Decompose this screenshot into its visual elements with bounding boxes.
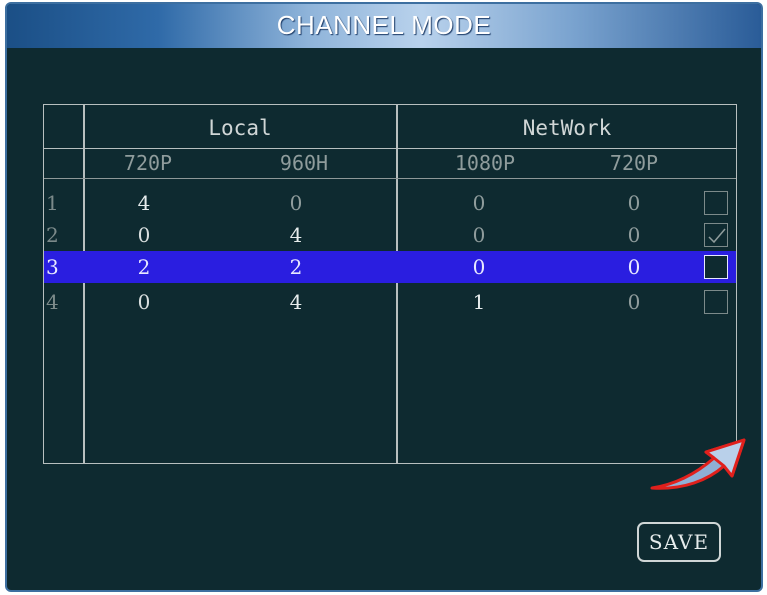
network-group-header: NetWork [522, 116, 612, 140]
header-divider [44, 148, 736, 149]
title-bar: CHANNEL MODE [7, 4, 761, 48]
local-720p-header: 720P [123, 151, 173, 175]
network-720p-value[interactable]: 0 [604, 219, 664, 251]
local-group-header: Local [208, 116, 272, 140]
table-row[interactable]: 4 0 4 1 0 [44, 286, 736, 318]
network-720p-value[interactable]: 0 [604, 286, 664, 318]
row-index: 4 [46, 290, 59, 314]
table-row[interactable]: 2 0 4 0 0 [44, 219, 736, 251]
row-checkbox[interactable] [704, 290, 728, 314]
window-title: CHANNEL MODE [276, 10, 492, 40]
table-row-selected[interactable]: 3 2 2 0 0 [44, 251, 736, 283]
index-column-divider [83, 104, 85, 464]
network-1080p-value[interactable]: 0 [449, 251, 509, 283]
table-row[interactable]: 1 4 0 0 0 [44, 187, 736, 219]
row-index: 1 [46, 191, 59, 215]
network-720p-value[interactable]: 0 [604, 251, 664, 283]
local-720p-value[interactable]: 2 [114, 251, 174, 283]
network-720p-header: 720P [609, 151, 659, 175]
arrow-pointer-icon [650, 438, 746, 490]
row-index: 3 [46, 255, 59, 279]
save-button[interactable]: SAVE [637, 522, 721, 562]
local-720p-value[interactable]: 0 [114, 286, 174, 318]
local-720p-value[interactable]: 0 [114, 219, 174, 251]
local-960h-header: 960H [279, 151, 329, 175]
local-960h-value[interactable]: 0 [266, 187, 326, 219]
network-1080p-header: 1080P [454, 151, 516, 175]
row-index: 2 [46, 223, 59, 247]
local-960h-value[interactable]: 4 [266, 286, 326, 318]
network-1080p-value[interactable]: 0 [449, 219, 509, 251]
row-checkbox[interactable] [704, 191, 728, 215]
row-checkbox[interactable] [704, 255, 728, 279]
checkmark-icon [708, 228, 726, 244]
network-1080p-value[interactable]: 0 [449, 187, 509, 219]
network-1080p-value[interactable]: 1 [449, 286, 509, 318]
local-720p-value[interactable]: 4 [114, 187, 174, 219]
local-960h-value[interactable]: 2 [266, 251, 326, 283]
row-checkbox[interactable] [704, 223, 728, 247]
network-720p-value[interactable]: 0 [604, 187, 664, 219]
subheader-divider [44, 178, 736, 179]
group-divider [396, 104, 398, 464]
local-960h-value[interactable]: 4 [266, 219, 326, 251]
